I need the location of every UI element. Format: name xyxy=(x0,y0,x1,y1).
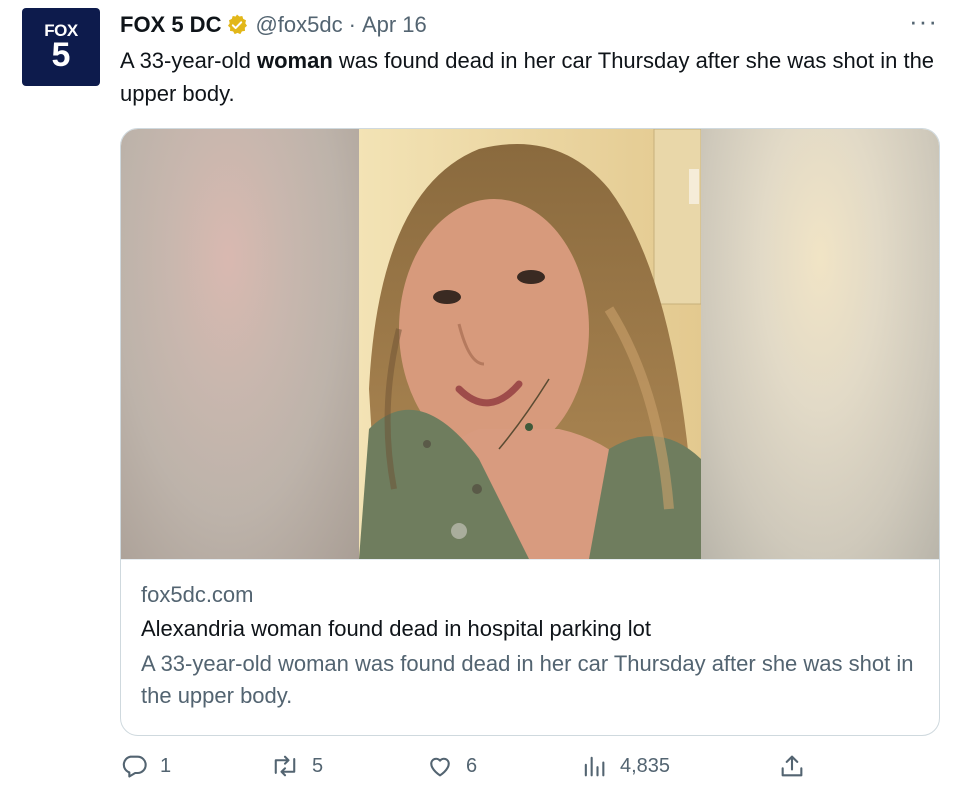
tweet-header: FOX 5 DC @fox5dc · Apr 16 xyxy=(120,10,427,40)
blurred-background-right xyxy=(701,129,939,559)
card-media[interactable] xyxy=(121,129,939,559)
views-button[interactable]: 4,835 xyxy=(580,752,670,780)
card-description: A 33-year-old woman was found dead in he… xyxy=(141,651,914,708)
tweet-text-part: A 33-year-old xyxy=(120,48,257,73)
verified-badge-icon xyxy=(225,13,249,37)
share-button[interactable] xyxy=(778,752,806,780)
retweet-count: 5 xyxy=(312,754,324,777)
tweet-date[interactable]: Apr 16 xyxy=(362,12,427,38)
like-count: 6 xyxy=(466,754,478,777)
tweet-text-bold: woman xyxy=(256,48,333,73)
handle[interactable]: @fox5dc xyxy=(255,12,342,38)
analytics-icon xyxy=(580,752,608,780)
more-options-icon[interactable]: ··· xyxy=(909,6,938,37)
link-card[interactable]: fox5dc.com Alexandria woman found dead i… xyxy=(120,128,940,736)
card-title[interactable]: Alexandria woman found dead in hospital … xyxy=(141,616,651,642)
display-name[interactable]: FOX 5 DC xyxy=(120,12,221,38)
card-domain: fox5dc.com xyxy=(141,582,254,607)
share-icon xyxy=(778,752,806,780)
action-bar: 1 5 6 4,835 xyxy=(120,752,940,792)
avatar-number: 5 xyxy=(51,36,71,74)
separator-dot: · xyxy=(348,12,356,37)
reply-count: 1 xyxy=(160,754,172,777)
like-button[interactable]: 6 xyxy=(426,752,477,780)
avatar[interactable]: FOX 5 xyxy=(22,8,100,86)
retweet-icon xyxy=(270,752,300,780)
reply-button[interactable]: 1 xyxy=(120,752,171,780)
views-count: 4,835 xyxy=(620,754,671,777)
tweet-text: A 33-year-old woman was found dead in he… xyxy=(120,44,940,110)
card-info[interactable]: fox5dc.com Alexandria woman found dead i… xyxy=(121,559,939,708)
reply-icon xyxy=(120,752,148,780)
retweet-button[interactable]: 5 xyxy=(270,752,323,780)
card-photo xyxy=(359,129,701,559)
blurred-background-left xyxy=(121,129,359,559)
heart-icon xyxy=(426,752,454,780)
